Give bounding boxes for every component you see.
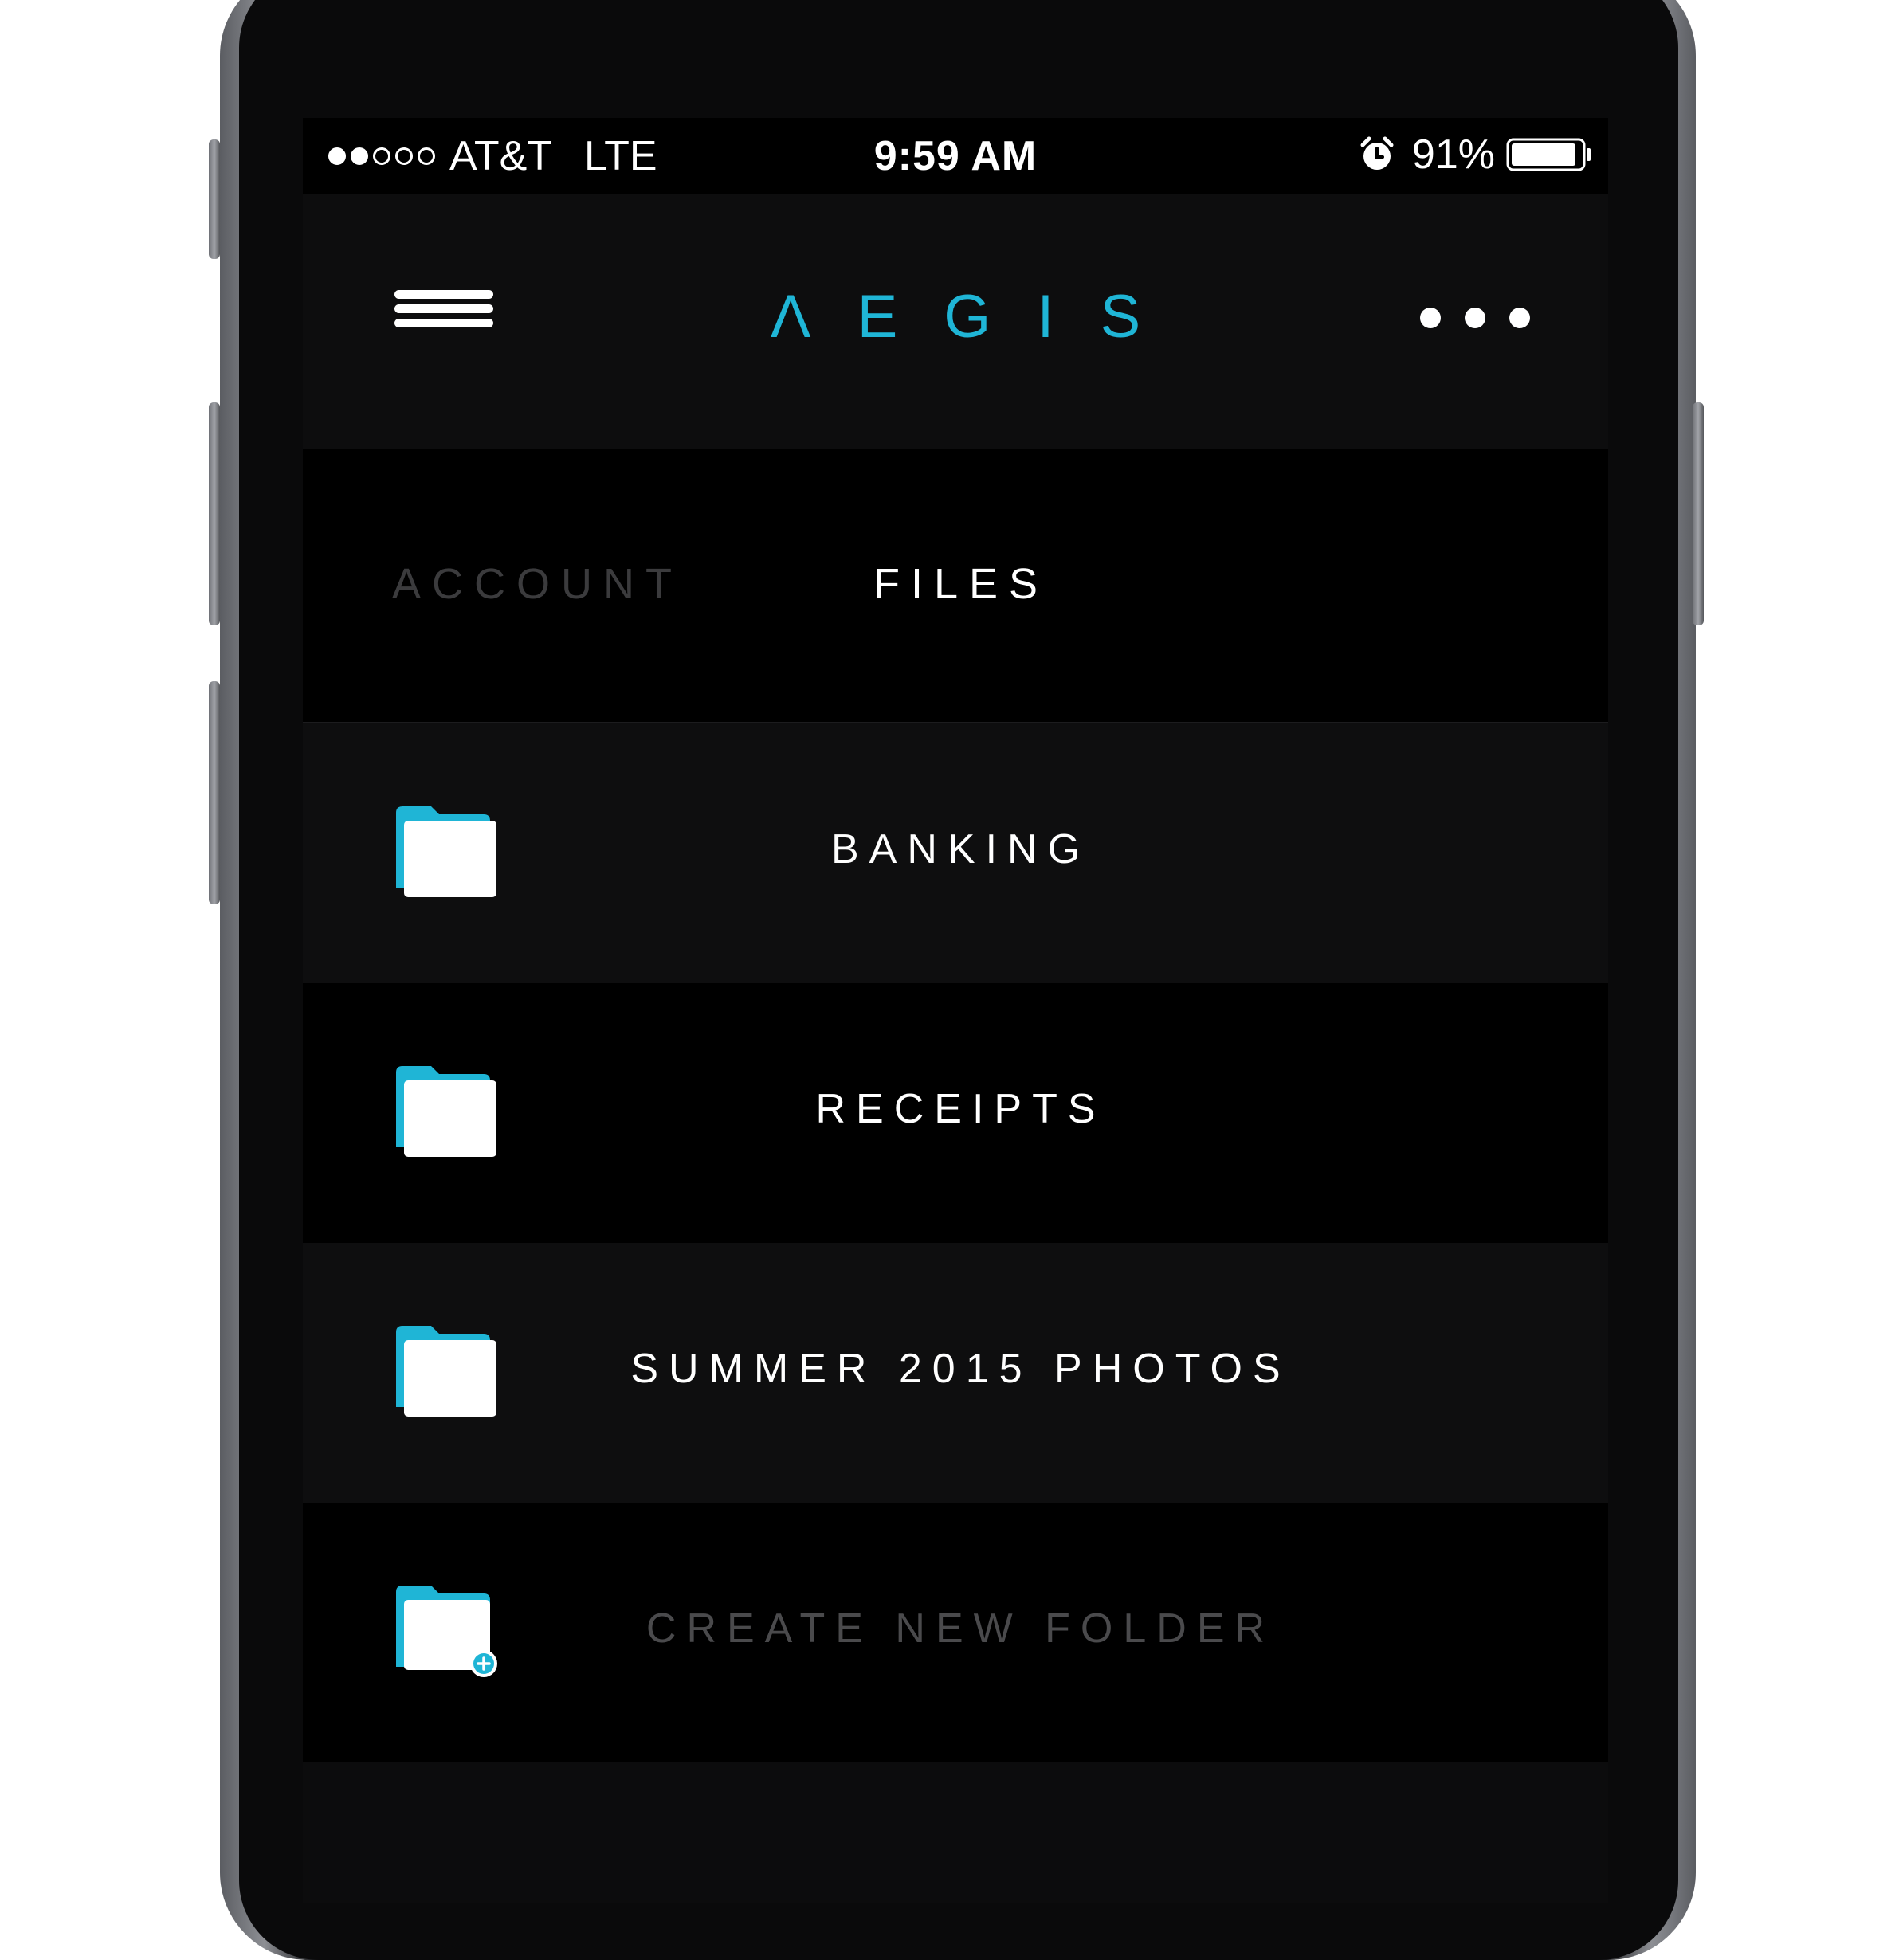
folder-name: SUMMER 2015 PHOTOS: [630, 1346, 1291, 1392]
battery-percent: 91%: [1411, 131, 1495, 178]
create-folder-button[interactable]: CREATE NEW FOLDER: [303, 1503, 1608, 1762]
more-dot: [1465, 308, 1485, 328]
more-options-icon[interactable]: [1420, 308, 1530, 328]
folder-row-summer-photos[interactable]: SUMMER 2015 PHOTOS: [303, 1243, 1608, 1503]
power-button: [1693, 402, 1704, 625]
battery-icon: [1506, 138, 1591, 171]
folder-row-receipts[interactable]: RECEIPTS: [303, 983, 1608, 1243]
status-right: 91%: [1358, 131, 1592, 178]
app-title: ΛEGIS: [770, 283, 1187, 351]
more-dot: [1420, 308, 1441, 328]
app-header: ΛEGIS: [303, 194, 1608, 449]
volume-up-button: [209, 402, 220, 625]
status-bar: AT&T LTE 9:59 AM 91%: [303, 118, 1608, 194]
create-folder-label: CREATE NEW FOLDER: [645, 1605, 1276, 1652]
folder-name: BANKING: [830, 826, 1091, 872]
tab-files[interactable]: FILES: [303, 559, 1608, 609]
tab-bar: ACCOUNT FILES: [303, 449, 1608, 723]
app-screen: AT&T LTE 9:59 AM 91% ΛEGIS ACCOUNT FILES…: [303, 118, 1608, 1903]
folder-name: RECEIPTS: [815, 1086, 1106, 1132]
folder-row-banking[interactable]: BANKING: [303, 723, 1608, 983]
more-dot: [1509, 308, 1530, 328]
volume-down-button: [209, 681, 220, 904]
mute-switch: [209, 139, 220, 259]
folder-list: BANKING RECEIPTS SUMMER 2015 PHOTOS CREA…: [303, 723, 1608, 1762]
alarm-clock-icon: [1360, 136, 1394, 170]
